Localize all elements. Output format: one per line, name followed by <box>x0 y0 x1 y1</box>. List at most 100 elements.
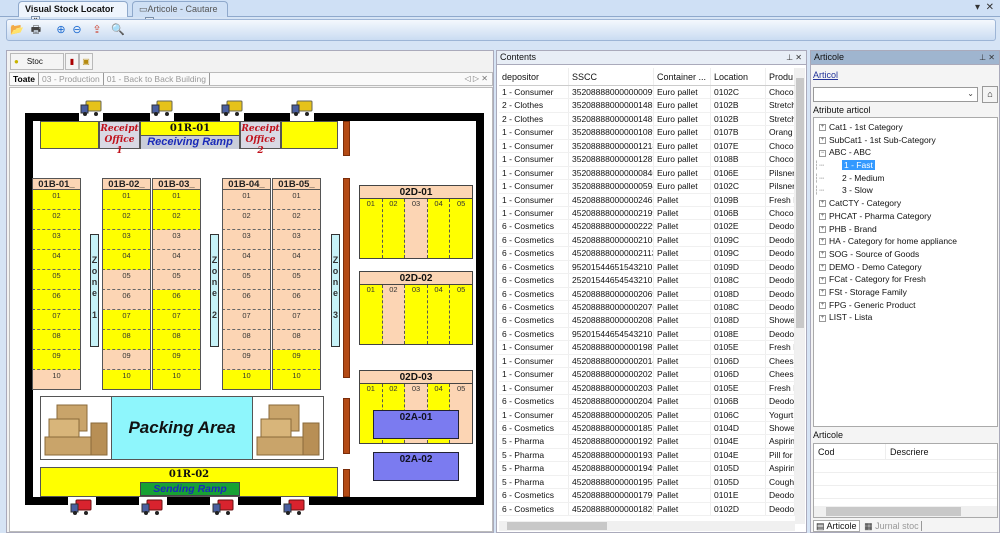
dropdown-arrow-icon[interactable]: ▾ <box>975 2 980 13</box>
rack-cell[interactable]: 01 <box>360 199 383 258</box>
rack-cell[interactable]: 05 <box>222 270 271 290</box>
rack-cell[interactable]: 09 <box>102 350 151 370</box>
view-tab-toate[interactable]: Toate <box>10 73 40 85</box>
rack-cell[interactable]: 10 <box>32 370 81 390</box>
scroll-thumb[interactable] <box>507 522 607 530</box>
rack-cell[interactable]: 05 <box>32 270 81 290</box>
rack-cell[interactable]: 09 <box>32 350 81 370</box>
tree-node[interactable]: ┆┄ 3 - Slow <box>814 184 997 197</box>
expand-icon[interactable]: + <box>819 276 826 284</box>
rack-cell[interactable]: 01 <box>360 285 383 344</box>
rack-cell[interactable]: 02 <box>382 199 406 258</box>
column-header-location[interactable]: Location <box>711 68 766 85</box>
rack-cell[interactable]: 05 <box>450 199 472 258</box>
table-row[interactable]: 6 - Cosmetics 452088880000001826 Pallet 010… <box>499 502 795 516</box>
rack-cell[interactable]: 08 <box>102 330 151 350</box>
rack-cell[interactable]: 01 <box>32 190 81 210</box>
tree-node[interactable]: + FCat - Category for Fresh <box>814 273 997 286</box>
rack-cell[interactable]: 01 <box>102 190 151 210</box>
rack-cell[interactable]: 08 <box>32 330 81 350</box>
table-row[interactable]: 6 - Cosmetics 452088880000002076 Pallet 010… <box>499 301 795 315</box>
rack-cell[interactable]: 01 <box>222 190 271 210</box>
rack-cell[interactable]: 07 <box>272 310 321 330</box>
rack-cell[interactable]: 10 <box>152 370 201 390</box>
rack-cell[interactable]: 06 <box>152 290 201 310</box>
rack-cell[interactable]: 03 <box>222 230 271 250</box>
rack-cell[interactable]: 04 <box>222 250 271 270</box>
table-row[interactable]: 6 - Cosmetics 452088880000002083 Pallet 010… <box>499 314 795 328</box>
table-row[interactable]: 6 - Cosmetics 452088880000002106 Pallet 010… <box>499 233 795 248</box>
rack-cell[interactable]: 02 <box>272 210 321 230</box>
expand-icon[interactable]: + <box>819 251 826 259</box>
tree-node[interactable]: + FSt - Storage Family <box>814 286 997 299</box>
rack-cell[interactable]: 04 <box>32 250 81 270</box>
rack-cell[interactable]: 06 <box>222 290 271 310</box>
expand-icon[interactable]: + <box>819 238 826 246</box>
rack-01b-04[interactable]: 01B-04_ 01 02 03 04 05 06 07 08 09 10 <box>222 178 271 390</box>
tree-node[interactable]: ┆┄ 1 - Fast <box>814 159 997 172</box>
table-row[interactable]: 2 - Clothes 352088880000001485 Euro pallet… <box>499 112 795 127</box>
rack-cell[interactable]: 01 <box>272 190 321 210</box>
vertical-scrollbar[interactable] <box>795 68 805 524</box>
table-row[interactable]: 6 - Cosmetics 452088880000002045 Pallet 010… <box>499 395 795 409</box>
report-button[interactable]: ▮ <box>65 53 79 70</box>
receiving-ramp[interactable]: 01R-01 Receiving Ramp <box>140 121 240 149</box>
column-header-product[interactable]: Produ <box>766 68 795 85</box>
close-icon[interactable]: ✕ <box>795 53 802 62</box>
table-row[interactable]: 6 - Cosmetics 452088880000001796 Pallet 010… <box>499 489 795 503</box>
open-folder-icon[interactable]: 📂 <box>10 23 24 37</box>
table-row[interactable]: 1 - Consumer 452088880000002199 Pallet 0106… <box>499 206 795 221</box>
expand-icon[interactable]: + <box>819 213 826 221</box>
rack-cell[interactable]: 03 <box>102 230 151 250</box>
rack-cell[interactable]: 08 <box>222 330 271 350</box>
horizontal-scrollbar[interactable] <box>814 506 997 517</box>
rack-02d-01[interactable]: 02D-01 01 02 03 04 05 <box>359 185 473 259</box>
rack-cell[interactable]: 07 <box>102 310 151 330</box>
collapse-icon[interactable]: − <box>819 149 826 157</box>
folder-button[interactable]: ▣ <box>79 53 93 70</box>
tree-node[interactable]: + PHB - Brand <box>814 223 997 236</box>
tab-articole-cautare[interactable]: ▭Articole - Cautare× <box>132 1 228 26</box>
rack-cell[interactable]: 02 <box>152 210 201 230</box>
rack-cell[interactable]: 03 <box>405 285 428 344</box>
tree-node[interactable]: + FPG - Generic Product <box>814 299 997 312</box>
rack-cell[interactable]: 07 <box>32 310 81 330</box>
tab-articole[interactable]: ▤ Articole <box>813 520 860 532</box>
rack-cell[interactable]: 06 <box>272 290 321 310</box>
rack-cell[interactable]: 03 <box>272 230 321 250</box>
table-row[interactable]: 1 - Consumer 352088880000001089 Euro palle… <box>499 126 795 140</box>
receipt-office-1[interactable]: Receipt Office 1 <box>99 121 140 156</box>
table-row[interactable]: 5 - Pharma 452088880000001932 Pallet 0104E P… <box>499 448 795 463</box>
search-icon[interactable]: 🔍 <box>111 23 125 37</box>
rack-cell[interactable]: 06 <box>32 290 81 310</box>
table-row[interactable]: 6 - Cosmetics 252015446545432101 Pallet 010… <box>499 274 795 288</box>
table-row[interactable]: 5 - Pharma 452088880000001956 Pallet 0105D C… <box>499 475 795 490</box>
horizontal-scrollbar[interactable] <box>499 521 795 531</box>
rack-cell[interactable]: 08 <box>272 330 321 350</box>
column-header-descriere[interactable]: Descriere <box>886 444 929 459</box>
table-row[interactable]: 1 - Consumer 352088880000001287 Euro palle… <box>499 153 795 167</box>
rack-cell[interactable]: 02 <box>222 210 271 230</box>
expand-icon[interactable]: + <box>819 263 826 271</box>
table-row[interactable]: 1 - Consumer 452088880000001987 Pallet 0105… <box>499 341 795 355</box>
rack-cell[interactable]: 07 <box>152 310 201 330</box>
close-icon[interactable]: ✕ <box>988 53 995 62</box>
table-row[interactable]: 6 - Cosmetics 952015446515432101 Pallet 010… <box>499 260 795 275</box>
tree-node[interactable]: + DEMO - Demo Category <box>814 261 997 274</box>
rack-01b-03[interactable]: 01B-03_ 01 02 03 04 05 06 07 08 09 10 <box>152 178 201 390</box>
rack-cell[interactable]: 01 <box>152 190 201 210</box>
tab-left-icon[interactable]: ◁ <box>465 74 471 83</box>
close-icon[interactable]: ✕ <box>481 74 488 83</box>
table-row[interactable]: 1 - Consumer 452088880000002014 Pallet 0106… <box>499 354 795 369</box>
expand-icon[interactable]: + <box>819 200 826 208</box>
tree-node[interactable]: ┆┄ 2 - Medium <box>814 172 997 185</box>
column-header-sscc[interactable]: SSCC <box>569 68 654 85</box>
tree-node[interactable]: + SubCat1 - 1st Sub-Category <box>814 134 997 147</box>
rack-01b-05[interactable]: 01B-05_ 01 02 03 04 05 06 07 08 09 10 <box>272 178 321 390</box>
rack-01b-02[interactable]: 01B-02_ 01 02 03 04 05 06 07 08 09 10 <box>102 178 151 390</box>
table-row[interactable]: 1 - Consumer 452088880000002465 Pallet 0109… <box>499 193 795 207</box>
rack-cell[interactable]: 09 <box>272 350 321 370</box>
tree-node[interactable]: + Cat1 - 1st Category <box>814 121 997 134</box>
expand-icon[interactable]: + <box>819 136 826 144</box>
column-header-container[interactable]: Container ... <box>654 68 711 85</box>
